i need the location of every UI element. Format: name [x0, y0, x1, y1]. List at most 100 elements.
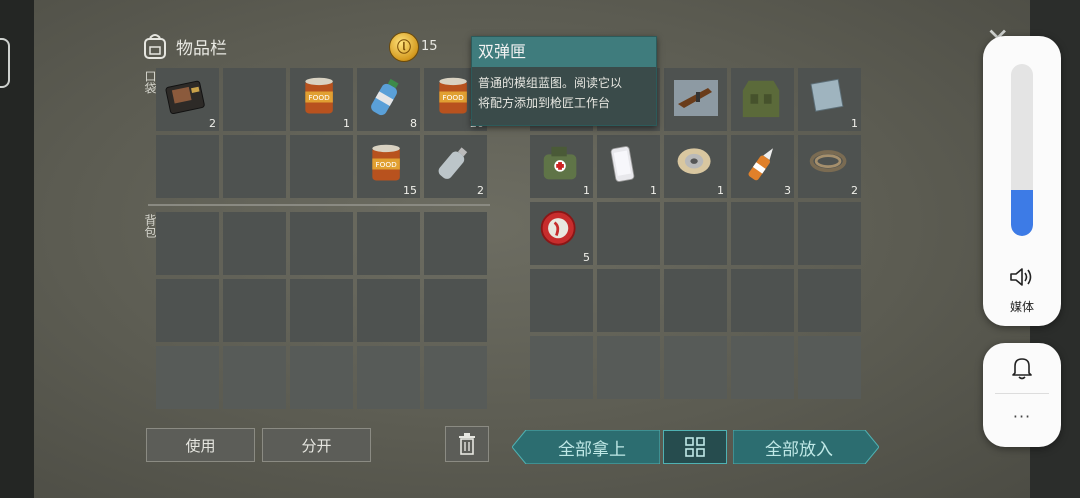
empty-slot[interactable] — [597, 336, 660, 399]
glue-icon — [748, 148, 773, 181]
empty-slot[interactable] — [156, 135, 219, 198]
empty-slot[interactable] — [357, 212, 420, 275]
water-bottle-icon — [371, 78, 399, 116]
item-count: 1 — [650, 184, 657, 197]
empty-slot[interactable] — [530, 336, 593, 399]
empty-slot[interactable] — [290, 346, 353, 409]
coin-icon: ⓛ — [389, 32, 419, 62]
empty-slot[interactable] — [223, 212, 286, 275]
canned-food-icon: FOOD — [305, 77, 333, 114]
inventory-title: 物品栏 — [176, 38, 227, 59]
speaker-icon[interactable] — [1009, 266, 1035, 288]
wallet-icon — [165, 80, 205, 115]
item-count: 2 — [477, 184, 484, 197]
empty-slot[interactable] — [223, 279, 286, 342]
hexagon-icon[interactable] — [0, 38, 10, 88]
volume-panel: 媒体 — [983, 36, 1061, 326]
empty-slot[interactable] — [424, 212, 487, 275]
more-button[interactable]: ··· — [983, 407, 1061, 426]
empty-slot[interactable] — [798, 336, 861, 399]
backpack-grid — [156, 212, 487, 409]
sort-button[interactable] — [663, 430, 727, 464]
tooltip-line-1: 普通的模组蓝图。阅读它以 — [478, 76, 623, 90]
empty-slot[interactable] — [664, 269, 727, 332]
bell-icon[interactable] — [1010, 355, 1034, 381]
empty-slot[interactable] — [290, 135, 353, 198]
empty-slot[interactable] — [424, 346, 487, 409]
svg-text:FOOD: FOOD — [375, 160, 397, 169]
metal-plate-icon — [810, 78, 844, 112]
item-count: 8 — [410, 117, 417, 130]
item-slot-smartphone[interactable]: 1 — [597, 135, 660, 198]
coin-count: 15 — [421, 39, 438, 54]
empty-slot[interactable] — [530, 269, 593, 332]
item-slot-wire-coil[interactable]: 2 — [798, 135, 861, 198]
empty-slot[interactable] — [223, 135, 286, 198]
canned-food-icon: FOOD — [439, 77, 467, 114]
item-slot-metal-plate[interactable]: 1 — [798, 68, 861, 131]
item-count: 5 — [583, 251, 590, 264]
empty-slot[interactable] — [731, 269, 794, 332]
tooltip-description: 普通的模组蓝图。阅读它以 将配方添加到枪匠工作台 — [472, 67, 656, 119]
tooltip-title: 双弹匣 — [472, 37, 656, 67]
empty-slot[interactable] — [664, 336, 727, 399]
split-button[interactable]: 分开 — [262, 428, 371, 462]
wire-coil-icon — [809, 150, 847, 173]
notification-panel: ··· — [983, 343, 1061, 447]
empty-slot[interactable] — [156, 212, 219, 275]
put-all-button[interactable]: 全部放入 — [733, 430, 865, 464]
military-vest-icon — [742, 80, 780, 118]
empty-slot[interactable] — [223, 346, 286, 409]
canned-food-icon: FOOD — [372, 144, 400, 181]
grid-sort-icon — [685, 437, 705, 457]
item-slot-bottle-cap[interactable]: 5 — [530, 202, 593, 265]
empty-slot[interactable] — [223, 68, 286, 131]
empty-slot[interactable] — [156, 346, 219, 409]
take-all-button[interactable]: 全部拿上 — [526, 430, 658, 464]
empty-slot[interactable] — [664, 202, 727, 265]
use-button[interactable]: 使用 — [146, 428, 255, 462]
item-slot-rifle-blueprint[interactable] — [664, 68, 727, 131]
volume-label: 媒体 — [1009, 300, 1034, 314]
section-divider — [148, 204, 490, 206]
item-slot-canned-food[interactable]: FOOD 15 — [357, 135, 420, 198]
item-slot-medkit-bag[interactable]: 1 — [530, 135, 593, 198]
item-slot-wallet[interactable]: 2 — [156, 68, 219, 131]
empty-slot[interactable] — [357, 279, 420, 342]
svg-text:FOOD: FOOD — [442, 93, 464, 102]
inventory-header: 物品栏 — [142, 32, 227, 60]
smartphone-icon — [610, 146, 635, 182]
empty-slot[interactable] — [290, 279, 353, 342]
item-slot-military-vest[interactable] — [731, 68, 794, 131]
item-slot-wire-spool[interactable]: 1 — [664, 135, 727, 198]
empty-slot[interactable] — [597, 202, 660, 265]
panel-separator — [995, 393, 1049, 394]
empty-slot[interactable] — [357, 346, 420, 409]
medkit-bag-icon — [543, 146, 577, 180]
pockets-grid: 2FOOD18FOOD20FOOD152 — [156, 68, 487, 198]
item-count: 15 — [403, 184, 417, 197]
item-slot-canned-food[interactable]: FOOD 1 — [290, 68, 353, 131]
tooltip-line-2: 将配方添加到枪匠工作台 — [478, 96, 611, 110]
empty-slot[interactable] — [597, 269, 660, 332]
empty-slot[interactable] — [731, 202, 794, 265]
empty-bottle-icon — [438, 147, 468, 179]
empty-slot[interactable] — [424, 279, 487, 342]
trash-icon — [459, 433, 475, 455]
item-slot-water-bottle[interactable]: 8 — [357, 68, 420, 131]
trash-button[interactable] — [445, 426, 489, 462]
volume-slider[interactable] — [1011, 64, 1033, 236]
item-count: 1 — [343, 117, 350, 130]
empty-slot[interactable] — [798, 269, 861, 332]
item-count: 2 — [851, 184, 858, 197]
empty-slot[interactable] — [798, 202, 861, 265]
empty-slot[interactable] — [290, 212, 353, 275]
empty-slot[interactable] — [731, 336, 794, 399]
item-count: 3 — [784, 184, 791, 197]
empty-slot[interactable] — [156, 279, 219, 342]
wire-spool-icon — [677, 148, 711, 174]
item-count: 1 — [851, 117, 858, 130]
item-tooltip: 双弹匣 普通的模组蓝图。阅读它以 将配方添加到枪匠工作台 — [471, 36, 657, 126]
item-slot-empty-bottle[interactable]: 2 — [424, 135, 487, 198]
item-slot-glue[interactable]: 3 — [731, 135, 794, 198]
